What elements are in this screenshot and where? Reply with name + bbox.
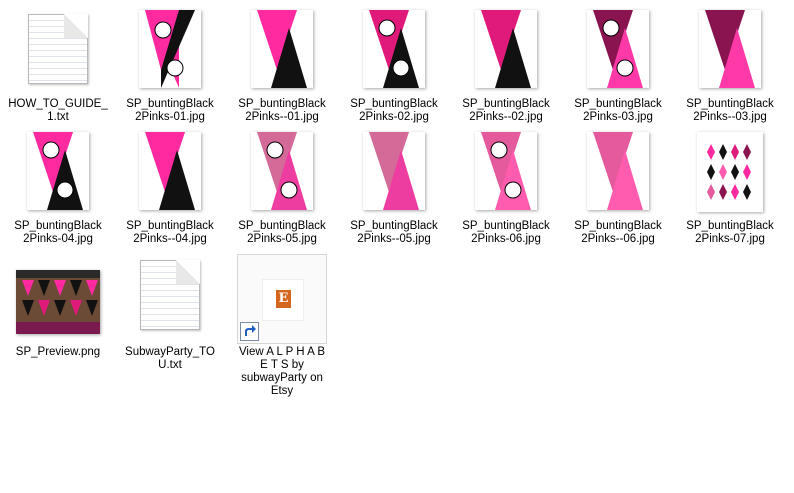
- image-thumbnail: [475, 132, 537, 210]
- file-name: SP_buntingBlack 2Pinks-07.jpg: [686, 220, 774, 245]
- file-name: SP_buntingBlack 2Pinks--01.jpg: [238, 98, 326, 123]
- file-name: SP_buntingBlack 2Pinks-05.jpg: [238, 220, 326, 245]
- file-name: SP_buntingBlack 2Pinks--04.jpg: [126, 220, 214, 245]
- image-thumbnail: [251, 132, 313, 210]
- file-name: SubwayParty_TO U.txt: [125, 346, 215, 371]
- file-name: SP_buntingBlack 2Pinks--06.jpg: [574, 220, 662, 245]
- shortcut-arrow-icon: [240, 322, 259, 341]
- text-file-icon: [28, 14, 88, 84]
- file-name: SP_buntingBlack 2Pinks--03.jpg: [686, 98, 774, 123]
- file-name: SP_buntingBlack 2Pinks-01.jpg: [126, 98, 214, 123]
- file-name: SP_buntingBlack 2Pinks--05.jpg: [350, 220, 438, 245]
- text-file-icon: [140, 260, 200, 330]
- file-name: SP_buntingBlack 2Pinks--02.jpg: [462, 98, 550, 123]
- file-item[interactable]: HOW_TO_GUIDE_ 1.txt: [2, 10, 114, 123]
- etsy-logo: E: [262, 279, 304, 321]
- file-name: SP_Preview.png: [15, 346, 101, 358]
- image-thumbnail: [139, 10, 201, 88]
- image-thumbnail: [699, 10, 761, 88]
- file-name: SP_buntingBlack 2Pinks-03.jpg: [574, 98, 662, 123]
- image-thumbnail: [475, 10, 537, 88]
- image-thumbnail: [697, 132, 763, 212]
- image-thumbnail: [587, 132, 649, 210]
- file-name: SP_buntingBlack 2Pinks-04.jpg: [14, 220, 102, 245]
- file-name: View A L P H A B E T S by subwayParty on…: [238, 346, 326, 397]
- file-item[interactable]: SubwayParty_TO U.txt: [114, 260, 226, 371]
- file-name: HOW_TO_GUIDE_ 1.txt: [8, 98, 108, 123]
- image-thumbnail: [139, 132, 201, 210]
- internet-shortcut: E: [237, 254, 327, 344]
- image-thumbnail: [363, 10, 425, 88]
- image-thumbnail: [27, 132, 89, 210]
- etsy-e-icon: E: [276, 290, 291, 308]
- image-thumbnail: [251, 10, 313, 88]
- file-name: SP_buntingBlack 2Pinks-02.jpg: [350, 98, 438, 123]
- file-name: SP_buntingBlack 2Pinks-06.jpg: [462, 220, 550, 245]
- image-thumbnail: [587, 10, 649, 88]
- image-thumbnail: [16, 270, 100, 334]
- image-thumbnail: [363, 132, 425, 210]
- file-item[interactable]: E View A L P H A B E T S by subwayParty …: [226, 254, 338, 397]
